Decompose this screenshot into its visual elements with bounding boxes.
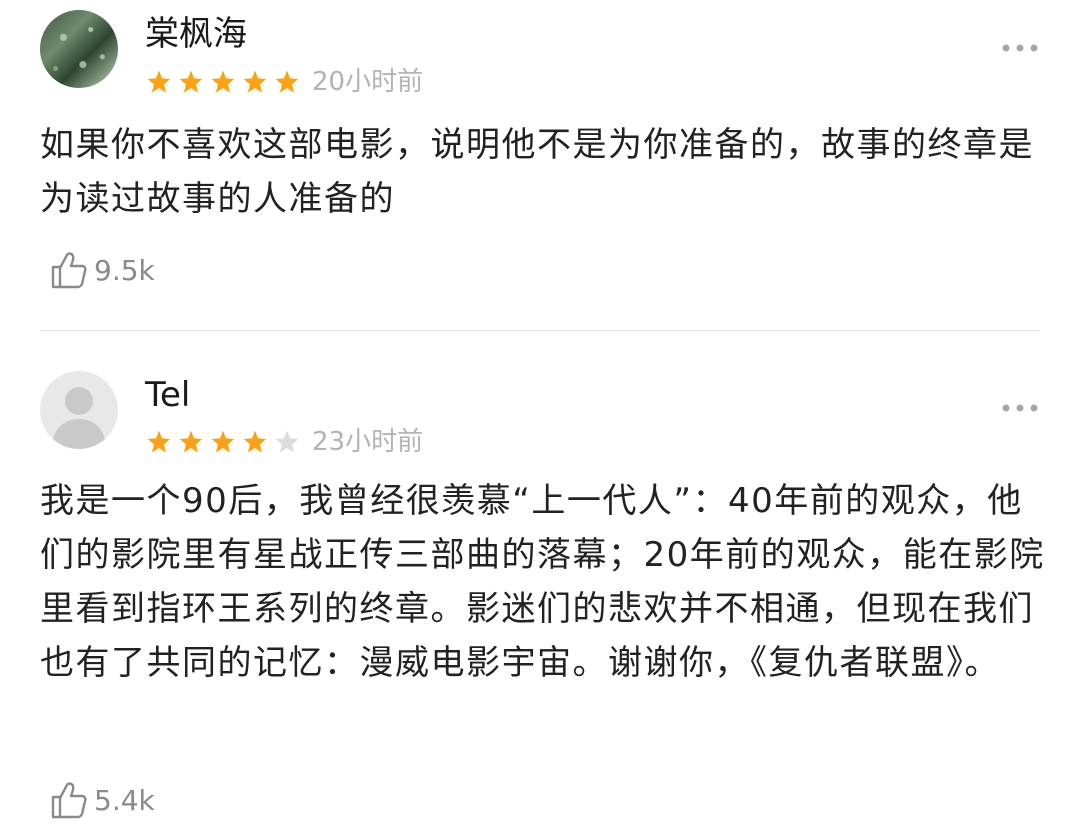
more-dots-icon[interactable] bbox=[1000, 38, 1040, 58]
star-filled-icon bbox=[147, 70, 171, 93]
star-empty-icon bbox=[275, 430, 299, 453]
review-item: Tel 23小时前 我是一个90后，我曾经很羡慕“上一代人”：40年前的观众，他… bbox=[0, 331, 1080, 830]
review-content: 如果你不喜欢这部电影，说明他不是为你准备的，故事的终章是为读过故事的人准备的 bbox=[40, 125, 1034, 219]
user-avatar[interactable] bbox=[40, 10, 118, 88]
star-rating bbox=[146, 427, 306, 457]
star-filled-icon bbox=[211, 430, 235, 453]
like-button[interactable]: 5.4k bbox=[50, 778, 155, 822]
star-filled-icon bbox=[211, 70, 235, 93]
star-filled-icon bbox=[179, 70, 203, 93]
star-filled-icon bbox=[275, 70, 299, 93]
review-time: 23小时前 bbox=[312, 427, 424, 457]
thumbs-up-icon bbox=[51, 782, 87, 819]
review-content: 我是一个90后，我曾经很羡慕“上一代人”：40年前的观众，他们的影院里有星战正传… bbox=[40, 481, 1045, 683]
username[interactable]: 棠枫海 bbox=[145, 14, 247, 54]
more-dots-icon[interactable] bbox=[1000, 398, 1040, 418]
thumbs-up-icon bbox=[51, 252, 87, 289]
review-item: 棠枫海 20小时前 如果你不喜欢这部电影，说明他不是为你准备的，故事的终章是为读… bbox=[0, 0, 1080, 330]
username[interactable]: Tel bbox=[145, 375, 190, 415]
like-button[interactable]: 9.5k bbox=[50, 248, 155, 292]
review-time: 20小时前 bbox=[312, 67, 424, 97]
user-avatar[interactable] bbox=[40, 371, 118, 449]
star-filled-icon bbox=[243, 430, 267, 453]
star-rating bbox=[146, 67, 306, 97]
default-user-avatar-icon bbox=[52, 387, 106, 449]
star-filled-icon bbox=[147, 430, 171, 453]
star-filled-icon bbox=[179, 430, 203, 453]
like-count: 5.4k bbox=[94, 783, 155, 817]
star-filled-icon bbox=[243, 70, 267, 93]
like-count: 9.5k bbox=[94, 253, 155, 287]
